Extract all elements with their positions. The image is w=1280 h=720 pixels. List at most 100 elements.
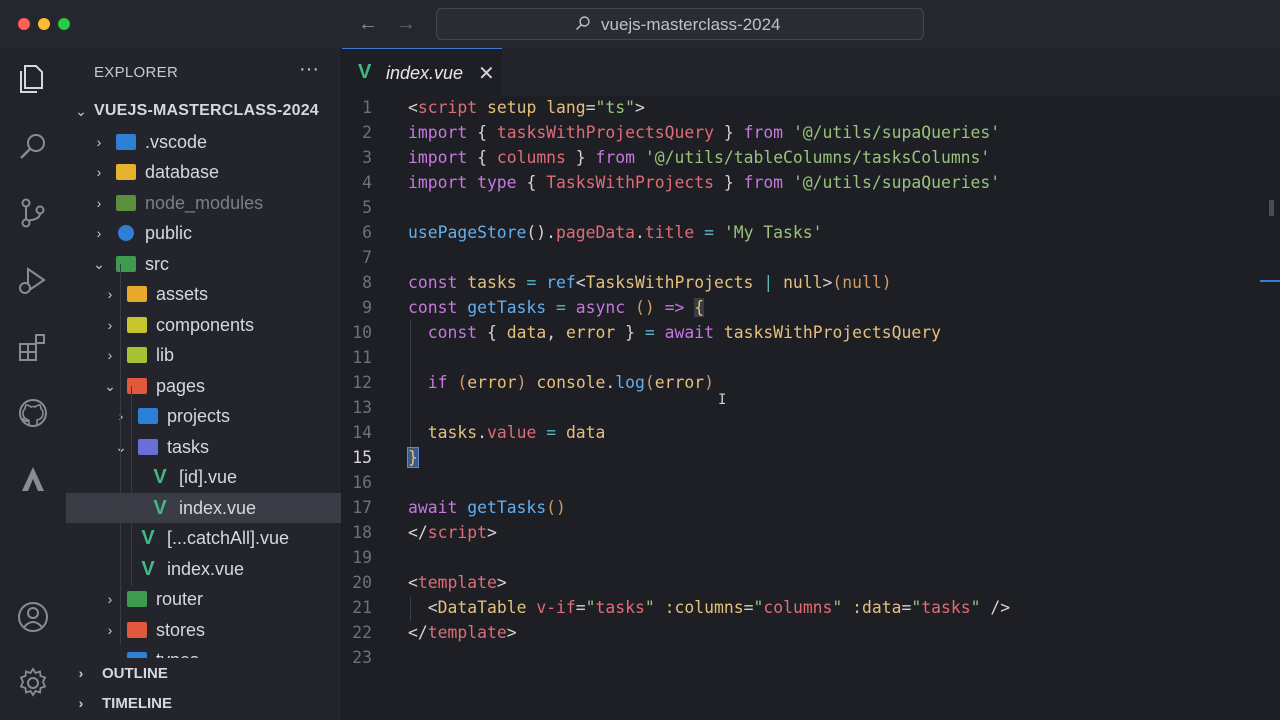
chevron-right-icon: › [96,225,102,241]
tree-item-label: lib [156,344,175,365]
tree-item-label: router [156,588,204,609]
minimize-window-button[interactable] [38,18,50,30]
activity-bar [0,48,67,720]
tree-item-label: src [145,253,169,274]
extensions-icon[interactable] [16,330,50,364]
tree-item-components[interactable]: › components [66,310,341,340]
account-icon[interactable] [16,600,50,634]
chevron-right-icon: › [78,665,84,681]
source-control-icon[interactable] [16,196,50,230]
tree-item-types[interactable]: › types [66,645,341,658]
triangle-icon[interactable] [16,462,50,496]
tree-item-vscode[interactable]: › .vscode [66,127,341,157]
vue-file-icon: V [141,557,155,580]
indent-guide [131,386,132,586]
vscode-folder-icon [116,134,136,150]
scrollbar-thumb[interactable] [1269,200,1274,216]
line-number: 12 [352,373,372,392]
line-number: 22 [352,623,372,642]
tree-item-label: [id].vue [179,466,238,487]
tree-item-public[interactable]: › public [66,218,341,248]
tree-item-lib[interactable]: › lib [66,340,341,370]
tree-item-src[interactable]: ⌄ src [66,249,341,279]
tree-item-label: types [156,650,199,659]
line-number: 2 [362,123,372,142]
tree-item-database[interactable]: › database [66,157,341,187]
router-folder-icon [127,591,147,607]
code-line-8: const tasks = ref<TasksWithProjects | nu… [408,273,892,292]
tree-item-label: [...catchAll].vue [167,527,290,548]
vue-file-icon: V [153,496,167,519]
line-number: 11 [352,348,372,367]
tree-item-label: index.vue [167,558,245,579]
chevron-right-icon: › [96,195,102,211]
back-arrow-icon[interactable]: ← [358,12,378,36]
tree-item-id-vue[interactable]: V [id].vue [66,462,341,492]
line-number: 16 [352,473,372,492]
command-center-search[interactable]: vuejs-masterclass-2024 [436,8,924,40]
line-number: 9 [362,298,372,317]
github-icon[interactable] [16,396,50,430]
line-number: 17 [352,498,372,517]
chevron-right-icon: › [96,164,102,180]
close-tab-icon[interactable]: ✕ [478,61,495,86]
tree-item-assets[interactable]: › assets [66,279,341,309]
chevron-right-icon: › [107,286,113,302]
title-bar: ← → vuejs-masterclass-2024 [0,0,1280,49]
chevron-down-icon: ⌄ [75,102,87,119]
chevron-right-icon: › [107,591,113,607]
zoom-window-button[interactable] [58,18,70,30]
run-debug-icon[interactable] [16,264,50,298]
timeline-section[interactable]: › TIMELINE [66,688,341,718]
tree-item-label: public [145,222,193,243]
chevron-down-icon: ⌄ [114,439,128,456]
tree-item-router[interactable]: › router [66,584,341,614]
tree-item-pages[interactable]: ⌄ pages [66,371,341,401]
more-actions-icon[interactable]: ··· [299,58,319,81]
tree-item-catchall-vue[interactable]: V [...catchAll].vue [66,523,341,553]
window-controls [18,18,70,30]
tab-index-vue[interactable]: V index.vue ✕ [342,48,502,96]
assets-folder-icon [127,286,147,302]
line-number: 3 [362,148,372,167]
tree-item-pages-index-vue[interactable]: V index.vue [66,554,341,584]
tree-item-node-modules[interactable]: › node_modules [66,188,341,218]
tree-item-stores[interactable]: › stores [66,615,341,645]
projects-folder-icon [138,408,158,424]
line-number: 7 [362,248,372,267]
line-number: 21 [352,598,372,617]
search-icon[interactable] [16,130,50,164]
tree-item-label: tasks [167,436,210,457]
project-root[interactable]: ⌄ VUEJS-MASTERCLASS-2024 [66,96,341,126]
code-line-3: import { columns } from '@/utils/tableCo… [408,148,991,167]
tree-item-label: projects [167,405,231,426]
line-number: 1 [362,98,372,117]
outline-label: OUTLINE [102,664,168,682]
cursor-position-marker [1260,280,1280,282]
database-folder-icon [116,164,136,180]
lib-folder-icon [127,347,147,363]
tree-item-tasks-index-vue[interactable]: V index.vue [66,493,341,523]
chevron-right-icon: › [78,695,84,711]
code-editor[interactable]: 1 2 3 4 5 6 7 8 9 10 11 12 13 14 15 16 1… [342,96,1280,720]
tab-label: index.vue [386,63,464,83]
files-icon[interactable] [16,62,50,96]
chevron-right-icon: › [114,408,128,424]
chevron-right-icon: › [107,317,113,333]
forward-arrow-icon[interactable]: → [396,12,416,36]
chevron-down-icon: ⌄ [93,255,105,272]
outline-section[interactable]: › OUTLINE [66,658,341,688]
search-icon [576,16,590,30]
tree-item-label: database [145,161,220,182]
line-number: 5 [362,198,372,217]
code-line-6: usePageStore().pageData.title = 'My Task… [408,223,823,242]
code-line-12: if (error) console.log(error) [427,373,714,392]
close-window-button[interactable] [18,18,30,30]
tree-item-projects[interactable]: › projects [66,401,341,431]
tree-item-label: node_modules [145,192,264,213]
line-number: 6 [362,223,372,242]
chevron-right-icon: › [107,622,113,638]
settings-gear-icon[interactable] [16,666,50,700]
tree-item-tasks[interactable]: ⌄ tasks [66,432,341,462]
timeline-label: TIMELINE [102,694,172,712]
